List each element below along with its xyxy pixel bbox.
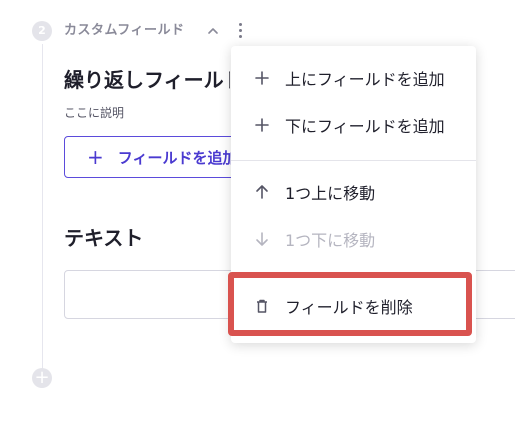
field-title: 繰り返しフィールド [64, 68, 230, 92]
menu-item-add-above[interactable]: 上にフィールドを追加 [231, 58, 476, 98]
timeline-line [42, 44, 43, 370]
arrow-down-icon [253, 230, 271, 248]
highlight-box [228, 272, 472, 336]
add-section-icon[interactable]: + [32, 368, 52, 388]
menu-item-move-down: 1つ下に移動 [231, 219, 476, 259]
field-description: ここに説明 [64, 106, 125, 120]
menu-item-label: 1つ上に移動 [285, 184, 376, 203]
plus-icon: + [87, 145, 104, 169]
chevron-up-icon[interactable] [204, 22, 222, 40]
menu-divider [231, 160, 476, 161]
plus-icon [253, 116, 271, 134]
add-field-button-label: フィールドを追加 [117, 148, 238, 167]
menu-item-move-up[interactable]: 1つ上に移動 [231, 172, 476, 212]
arrow-up-icon [253, 183, 271, 201]
plus-icon [253, 69, 271, 87]
step-number-badge: 2 [32, 21, 52, 41]
menu-item-label: 下にフィールドを追加 [285, 117, 445, 136]
menu-item-add-below[interactable]: 下にフィールドを追加 [231, 105, 476, 145]
text-field-label: テキスト [64, 226, 144, 250]
menu-item-label: 1つ下に移動 [285, 231, 376, 250]
menu-item-label: 上にフィールドを追加 [285, 70, 445, 89]
more-options-icon[interactable] [232, 20, 248, 42]
section-title: カスタムフィールド [64, 23, 185, 38]
